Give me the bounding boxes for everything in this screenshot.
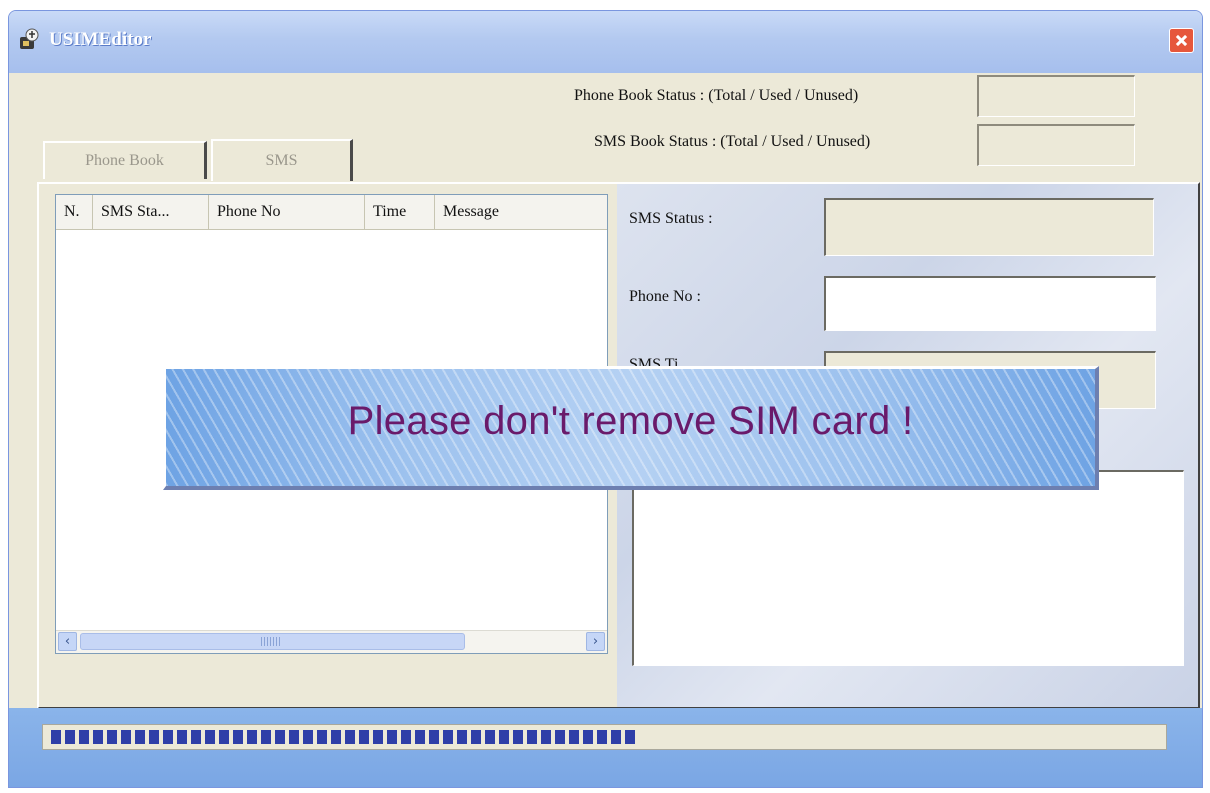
progress-fill [51, 730, 639, 744]
window-title: USIMEditor [49, 29, 152, 50]
progress-bar [42, 724, 1167, 750]
sms-list-header: N. SMS Sta... Phone No Time Message [56, 195, 607, 230]
column-header-index[interactable]: N. [56, 195, 93, 229]
warning-banner: Please don't remove SIM card ! [163, 366, 1099, 490]
scroll-left-icon[interactable]: ‹ [58, 632, 77, 651]
sms-book-status-label: SMS Book Status : (Total / Used / Unused… [594, 133, 871, 150]
column-header-phone-no[interactable]: Phone No [209, 195, 365, 229]
column-header-message[interactable]: Message [435, 195, 609, 229]
phone-no-field[interactable] [824, 276, 1156, 331]
message-textarea[interactable] [632, 470, 1184, 666]
scrollbar-thumb[interactable] [80, 633, 465, 650]
tab-sms[interactable]: SMS [211, 139, 353, 181]
sms-status-label: SMS Status : [629, 210, 713, 227]
sms-status-field [824, 198, 1154, 256]
close-button[interactable] [1169, 28, 1194, 53]
phone-book-status-label: Phone Book Status : (Total / Used / Unus… [574, 87, 859, 104]
phone-book-status-field [977, 75, 1135, 117]
sms-book-status-field [977, 124, 1135, 166]
warning-message: Please don't remove SIM card ! [347, 399, 914, 443]
app-icon [20, 28, 39, 49]
column-header-sms-status[interactable]: SMS Sta... [93, 195, 209, 229]
tab-phone-book[interactable]: Phone Book [43, 141, 207, 179]
title-bar[interactable]: USIMEditor [9, 11, 1202, 73]
scroll-right-icon[interactable]: › [586, 632, 605, 651]
grip-icon [261, 637, 281, 646]
horizontal-scrollbar[interactable]: ‹ › [56, 630, 607, 653]
column-header-time[interactable]: Time [365, 195, 435, 229]
phone-no-label: Phone No : [629, 288, 701, 305]
